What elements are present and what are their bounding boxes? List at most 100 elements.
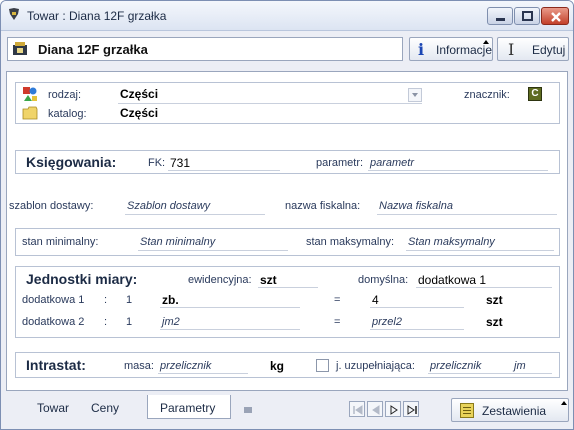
window: Towar : Diana 12F grzałka Diana 12F grza… <box>0 0 574 430</box>
unit-row-colon: : <box>104 294 108 306</box>
classification-group: rodzaj: Części znacznik: C katalog: Częś… <box>15 82 560 124</box>
tab-label: Towar <box>37 401 70 415</box>
stan-max-value[interactable]: Stan maksymalny <box>408 236 495 248</box>
dropdown-arrow-icon <box>483 40 489 44</box>
unit-row-label: dodatkowa 2 <box>22 316 85 328</box>
unit-row-eq: = <box>334 294 341 306</box>
dropdown-arrow-icon <box>561 401 567 405</box>
fk-underline <box>168 170 280 171</box>
tab-label: Ceny <box>91 401 120 415</box>
previous-icon <box>372 405 380 415</box>
unit-row-factor[interactable]: przel2 <box>372 316 402 328</box>
parametr-value[interactable]: parametr <box>370 157 414 169</box>
ewid-value[interactable]: szt <box>260 273 277 287</box>
unit-row-base: szt <box>486 315 503 329</box>
unit-row-qty: 1 <box>126 294 133 306</box>
katalog-label: katalog: <box>48 108 87 120</box>
rodzaj-value[interactable]: Części <box>120 87 158 101</box>
tab-label: Parametry <box>160 401 216 415</box>
intrastat-group: Intrastat: masa: przelicznik kg j. uzupe… <box>15 352 560 378</box>
szablon-value[interactable]: Szablon dostawy <box>127 200 210 212</box>
stan-min-label: stan minimalny: <box>22 236 99 248</box>
minimize-button[interactable] <box>487 7 513 25</box>
stan-max-label: stan maksymalny: <box>306 236 395 248</box>
maximize-button[interactable] <box>514 7 540 25</box>
first-icon <box>353 405 363 415</box>
report-icon <box>460 403 474 418</box>
edit-label: Edytuj <box>532 43 566 57</box>
unit-row-label: dodatkowa 1 <box>22 294 85 306</box>
maximize-icon <box>522 11 533 21</box>
default-underline <box>416 287 552 288</box>
unit-row-factor-underline <box>370 329 464 330</box>
unit-row-qty: 1 <box>126 316 133 328</box>
default-value[interactable]: dodatkowa 1 <box>418 273 486 287</box>
last-record-button[interactable] <box>403 401 419 417</box>
supp-unit: jm <box>514 360 526 372</box>
parametr-label: parametr: <box>316 157 364 169</box>
minimize-icon <box>496 18 505 21</box>
edit-button[interactable]: I Edytuj <box>497 37 569 61</box>
product-icon <box>13 42 27 55</box>
item-name-field[interactable]: Diana 12F grzałka <box>7 37 403 61</box>
rodzaj-label: rodzaj: <box>48 89 82 101</box>
tab-bar: Towar Ceny Parametry Zestawienia <box>1 393 573 429</box>
masa-value[interactable]: przelicznik <box>160 360 211 372</box>
intrastat-heading: Intrastat: <box>26 357 86 373</box>
title-bar[interactable]: Towar : Diana 12F grzałka <box>1 1 573 31</box>
zestawienia-button[interactable]: Zestawienia <box>451 398 569 422</box>
unit-row-unit[interactable]: zb. <box>162 293 179 307</box>
tab-parametry[interactable]: Parametry <box>147 395 231 419</box>
ewid-label: ewidencyjna: <box>188 274 252 286</box>
info-icon: i <box>418 40 425 59</box>
info-label: Informacje <box>436 43 493 57</box>
next-record-button[interactable] <box>385 401 401 417</box>
stan-min-value[interactable]: Stan minimalny <box>140 236 215 248</box>
tab-towar[interactable]: Towar <box>23 395 71 419</box>
first-record-button[interactable] <box>349 401 365 417</box>
masa-unit: kg <box>270 359 285 373</box>
unit-row-factor[interactable]: 4 <box>372 293 379 307</box>
tab-scroll-handle[interactable] <box>244 407 252 413</box>
ewid-underline <box>258 287 318 288</box>
znacznik-label: znacznik: <box>464 89 510 101</box>
fiscal-label: nazwa fiskalna: <box>285 200 361 212</box>
fiscal-value[interactable]: Nazwa fiskalna <box>379 200 453 212</box>
units-heading: Jednostki miary: <box>26 271 138 287</box>
unit-row-base: szt <box>486 293 503 307</box>
supp-value[interactable]: przelicznik <box>430 360 481 372</box>
accounting-group: Księgowania: FK: 731 parametr: parametr <box>15 150 560 174</box>
stan-min-underline <box>138 250 288 251</box>
katalog-value[interactable]: Części <box>120 106 158 120</box>
rodzaj-dropdown-button[interactable] <box>408 88 422 102</box>
fiscal-underline <box>377 214 557 215</box>
previous-record-button[interactable] <box>367 401 383 417</box>
close-button[interactable] <box>541 7 569 25</box>
info-button[interactable]: i Informacje <box>409 37 493 61</box>
parametr-underline <box>368 170 548 171</box>
unit-row-factor-underline <box>370 307 464 308</box>
parameters-panel: rodzaj: Części znacznik: C katalog: Częś… <box>6 71 568 391</box>
unit-row-unit-underline <box>160 329 300 330</box>
units-group: Jednostki miary: ewidencyjna: szt domyśl… <box>15 266 560 338</box>
fk-value[interactable]: 731 <box>170 156 190 170</box>
item-name: Diana 12F grzałka <box>38 42 148 57</box>
znacznik-badge[interactable]: C <box>528 87 542 101</box>
szablon-underline <box>125 214 265 215</box>
close-icon <box>551 12 561 22</box>
stan-max-underline <box>406 250 554 251</box>
fk-label: FK: <box>148 157 166 169</box>
app-icon <box>9 8 19 20</box>
unit-row-eq: = <box>334 316 341 328</box>
toolbar: Diana 12F grzałka i Informacje I Edytuj <box>1 31 573 71</box>
masa-label: masa: <box>124 360 154 372</box>
folder-icon <box>22 106 38 120</box>
shapes-icon <box>23 87 37 101</box>
text-cursor-icon: I <box>508 40 515 59</box>
tab-ceny[interactable]: Ceny <box>77 395 141 419</box>
unit-row-unit[interactable]: jm2 <box>162 316 180 328</box>
supplementary-unit-checkbox[interactable] <box>316 359 329 372</box>
zestawienia-label: Zestawienia <box>482 404 547 418</box>
unit-row-unit-underline <box>160 307 300 308</box>
next-icon <box>390 405 398 415</box>
